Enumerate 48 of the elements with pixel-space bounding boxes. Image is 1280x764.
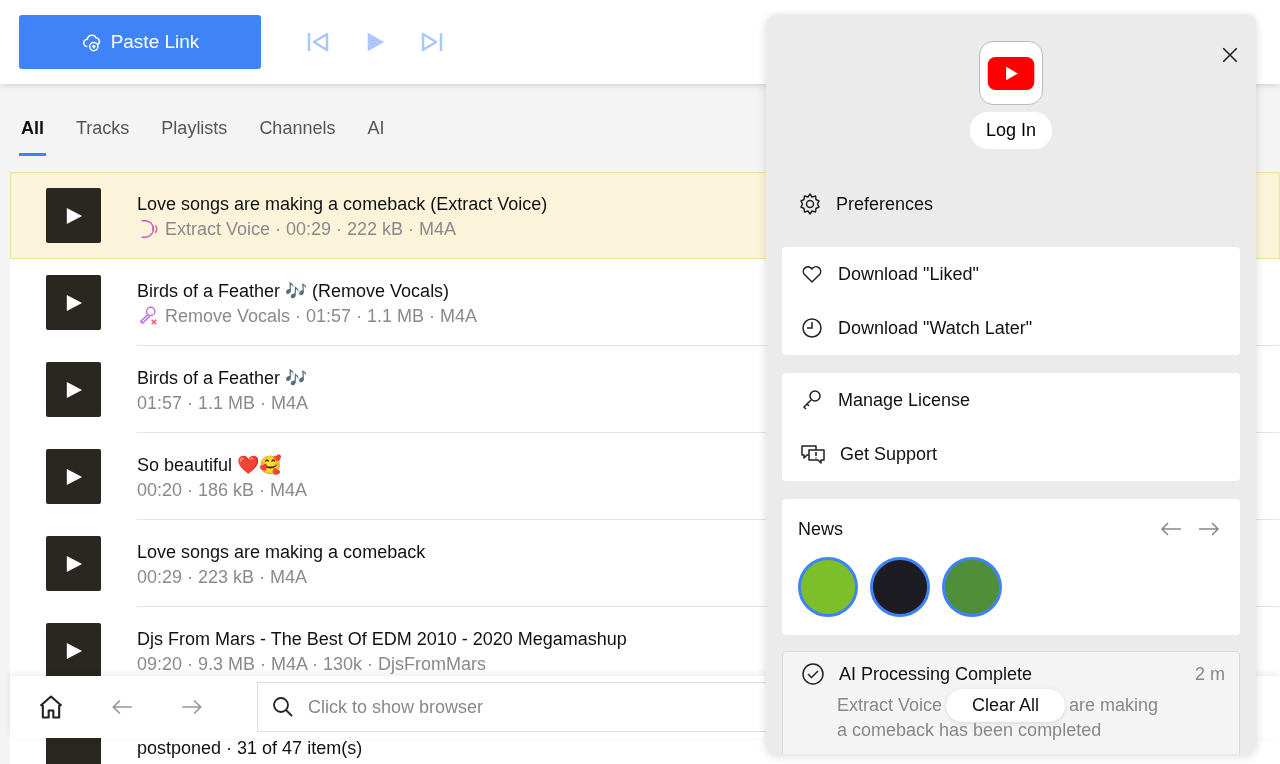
paste-link-button[interactable]: Paste Link	[19, 15, 261, 69]
tab[interactable]: AI	[365, 112, 387, 156]
menu-item[interactable]: Get Support	[800, 427, 1240, 481]
search-icon	[271, 695, 295, 719]
track-title: Love songs are making a comeback (Extract Voice)	[137, 192, 548, 216]
tab[interactable]: All	[19, 112, 46, 156]
menu-item[interactable]: Manage License	[800, 373, 1240, 427]
status-text: postponed · 31 of 47 item(s)	[137, 737, 363, 760]
video-logo-icon	[979, 41, 1043, 105]
track-title: So beautiful ❤🥰	[137, 453, 282, 477]
track-title: Birds of a Feather 🎶	[137, 366, 308, 390]
close-icon[interactable]	[1221, 46, 1239, 64]
tab[interactable]: Playlists	[159, 112, 230, 156]
key-icon	[800, 388, 824, 412]
video-thumbnail	[46, 275, 101, 330]
chat-alert-icon	[800, 442, 826, 466]
clear-all-button[interactable]: Clear All	[946, 688, 1066, 722]
news-thumbnail[interactable]	[942, 557, 1002, 617]
track-details: 09:20 · 9.3 MB · M4A · 130k · DjsFromMars	[137, 652, 487, 675]
cloud-plus-icon	[80, 31, 103, 53]
check-circle-icon	[801, 662, 825, 686]
notification-text: are making	[1069, 694, 1159, 716]
home-icon[interactable]	[37, 693, 65, 721]
log-in-button[interactable]: Log In	[969, 112, 1052, 149]
menu-item[interactable]: Download "Watch Later"	[800, 301, 1240, 355]
video-thumbnail	[46, 536, 101, 591]
tab[interactable]: Channels	[257, 112, 338, 156]
track-title: Birds of a Feather 🎶 (Remove Vocals)	[137, 279, 450, 303]
preferences-item[interactable]: Preferences	[782, 179, 1240, 229]
video-thumbnail	[46, 362, 101, 417]
track-title: Love songs are making a comeback	[137, 540, 426, 564]
notification-time: 2 m	[1195, 663, 1225, 686]
track-details: 00:29 · 223 kB · M4A	[137, 565, 308, 588]
track-details: Extract Voice · 00:29 · 222 kB · M4A	[165, 217, 457, 240]
notification-text: Extract Voice	[837, 694, 943, 716]
news-thumbnail[interactable]	[870, 557, 930, 617]
video-thumbnail	[46, 449, 101, 504]
clock-icon	[800, 316, 824, 340]
track-details: Remove Vocals · 01:57 · 1.1 MB · M4A	[165, 304, 478, 327]
track-title: Djs From Mars - The Best Of EDM 2010 - 2020 Megamashup	[137, 627, 627, 651]
tab[interactable]: Tracks	[74, 112, 132, 156]
news-title: News	[798, 518, 844, 540]
news-thumbnail[interactable]	[798, 557, 858, 617]
microphone-cross-icon	[137, 304, 159, 327]
track-details: 00:20 · 186 kB · M4A	[137, 478, 308, 501]
settings-icon	[798, 192, 822, 216]
video-thumbnail	[46, 188, 101, 243]
track-details: 01:57 · 1.1 MB · M4A	[137, 391, 309, 414]
